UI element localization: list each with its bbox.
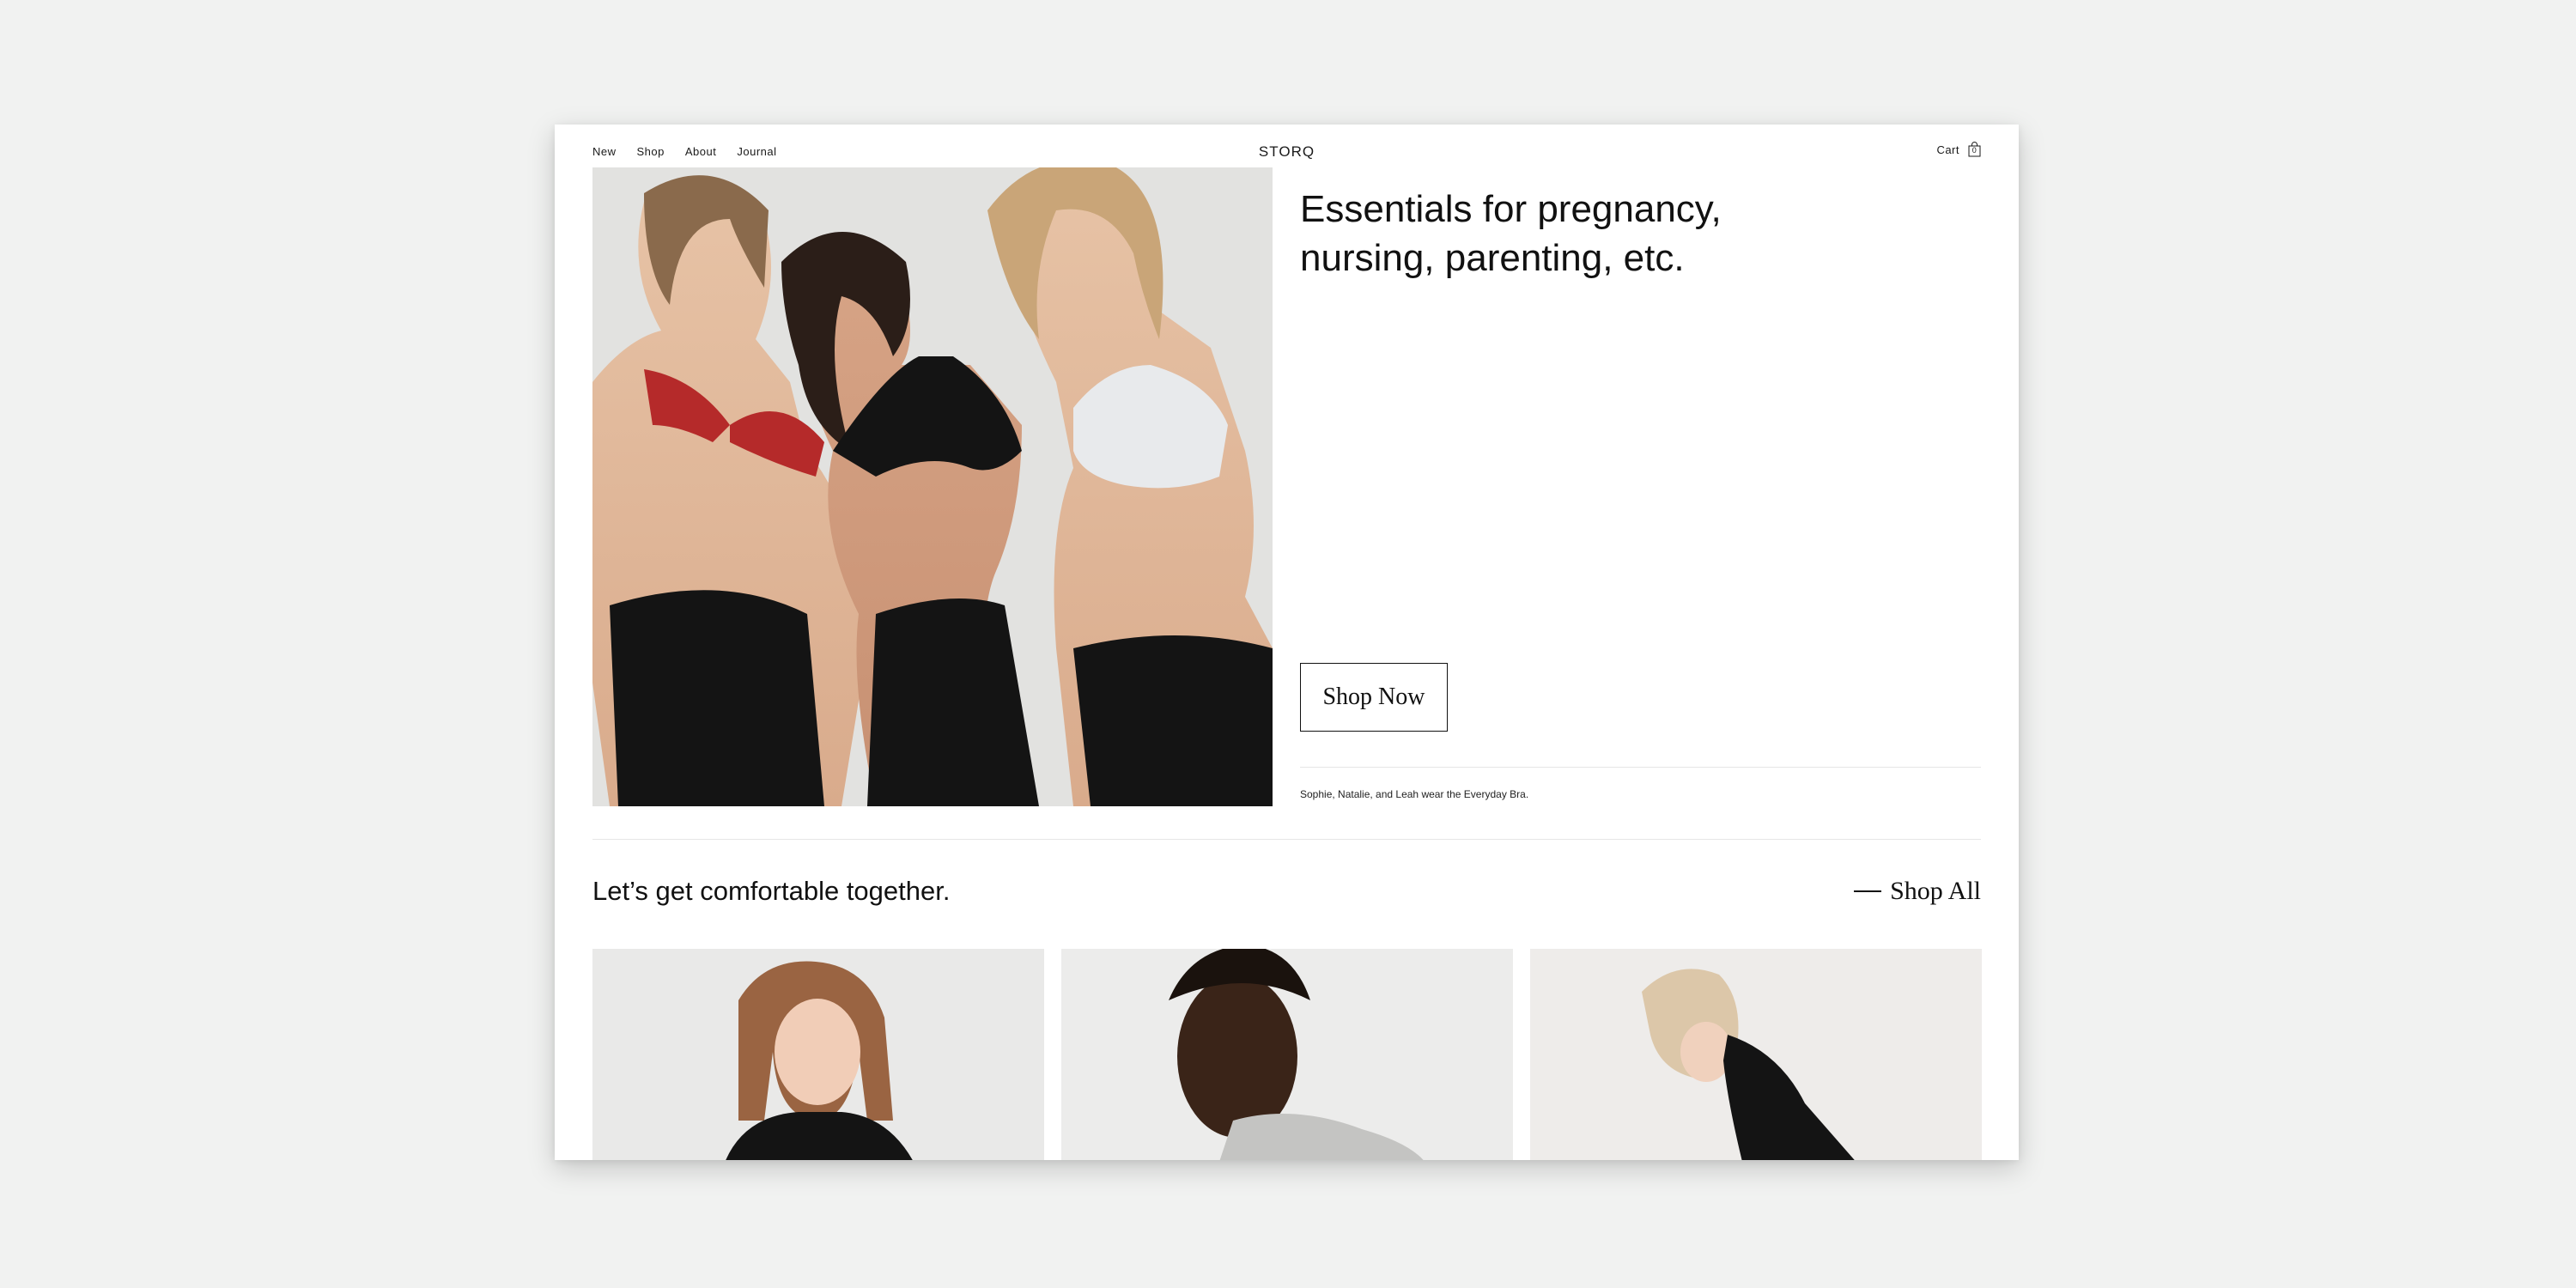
hero-image: [592, 167, 1273, 806]
site-logo[interactable]: STORQ: [1259, 143, 1315, 161]
cart-count: 0: [1971, 146, 1978, 155]
browser-page: New Shop About Journal STORQ Cart 0 Esse…: [555, 125, 2019, 1160]
nav-item-shop[interactable]: Shop: [637, 145, 665, 158]
desktop-backdrop: New Shop About Journal STORQ Cart 0 Esse…: [0, 0, 2576, 1288]
hero-divider: [1300, 767, 1981, 768]
shopping-bag-icon: 0: [1968, 142, 1981, 157]
shop-all-label: Shop All: [1890, 877, 1981, 905]
cart-label: Cart: [1936, 143, 1959, 156]
nav-item-about[interactable]: About: [685, 145, 716, 158]
shop-all-link[interactable]: Shop All: [1854, 877, 1981, 906]
product-card-1[interactable]: [592, 949, 1044, 1160]
dash-icon: [1854, 890, 1882, 892]
section-divider: [592, 839, 1981, 840]
section-title: Let’s get comfortable together.: [592, 876, 951, 906]
nav-item-journal[interactable]: Journal: [737, 145, 776, 158]
nav-item-new[interactable]: New: [592, 145, 617, 158]
cart-link[interactable]: Cart 0: [1936, 142, 1981, 157]
site-header: New Shop About Journal STORQ Cart 0: [592, 135, 1981, 169]
product-card-2[interactable]: [1061, 949, 1513, 1160]
shop-now-button[interactable]: Shop Now: [1300, 663, 1448, 732]
hero-title: Essentials for pregnancy, nursing, paren…: [1300, 188, 1722, 279]
product-card-3[interactable]: [1530, 949, 1982, 1160]
hero-caption: Sophie, Natalie, and Leah wear the Every…: [1300, 788, 1529, 800]
main-nav: New Shop About Journal: [592, 145, 777, 158]
